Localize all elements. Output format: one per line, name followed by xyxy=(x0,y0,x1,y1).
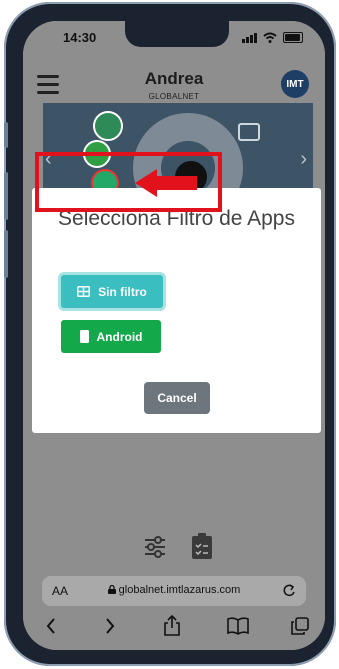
status-time: 14:30 xyxy=(63,30,97,45)
address-bar[interactable]: AA globalnet.imtlazarus.com xyxy=(42,576,306,606)
mute-switch xyxy=(4,122,8,148)
globe-icon xyxy=(93,111,123,141)
grid-icon xyxy=(77,286,91,297)
red-arrow-annotation xyxy=(135,169,197,197)
signal-icon xyxy=(242,32,257,43)
no-filter-label: Sin filtro xyxy=(98,284,147,299)
lock-icon xyxy=(107,584,116,594)
forward-icon[interactable] xyxy=(104,617,116,635)
user-name: Andrea xyxy=(144,69,204,88)
wifi-icon xyxy=(263,32,277,43)
url-display: globalnet.imtlazarus.com xyxy=(42,584,306,596)
volume-down-button xyxy=(4,230,8,278)
mobile-icon xyxy=(79,330,89,343)
battery-icon xyxy=(283,32,303,43)
phone-frame: 14:30 Andrea GLOBALNET IMT ‹ › Seleccion… xyxy=(4,2,336,666)
bookmarks-icon[interactable] xyxy=(227,617,249,635)
browser-bar: AA globalnet.imtlazarus.com xyxy=(23,571,325,650)
cancel-label: Cancel xyxy=(157,391,197,405)
android-label: Android xyxy=(96,329,143,344)
volume-up-button xyxy=(4,172,8,220)
android-button[interactable]: Android xyxy=(61,320,161,353)
cancel-button[interactable]: Cancel xyxy=(144,382,210,414)
share-icon[interactable] xyxy=(163,615,181,637)
lock-icon xyxy=(238,123,260,141)
reload-icon[interactable] xyxy=(282,582,296,598)
org-name: GLOBALNET xyxy=(148,92,200,101)
status-bar: 14:30 xyxy=(23,21,325,61)
filter-dialog: Selecciona Filtro de Apps Sin filtro And… xyxy=(32,188,321,433)
clipboard-checklist-icon[interactable] xyxy=(191,533,213,560)
avatar[interactable]: IMT xyxy=(281,70,309,98)
notch xyxy=(125,21,229,47)
filter-sliders-icon[interactable] xyxy=(143,535,167,559)
url-text: globalnet.imtlazarus.com xyxy=(118,584,241,596)
back-icon[interactable] xyxy=(45,617,57,635)
screen: 14:30 Andrea GLOBALNET IMT ‹ › Seleccion… xyxy=(23,21,325,650)
bottom-toolbar xyxy=(23,533,325,563)
browser-navigation xyxy=(23,615,325,641)
status-icons xyxy=(242,32,303,43)
carousel-next-icon[interactable]: › xyxy=(300,148,307,171)
tabs-icon[interactable] xyxy=(291,617,309,635)
no-filter-button[interactable]: Sin filtro xyxy=(61,275,163,308)
